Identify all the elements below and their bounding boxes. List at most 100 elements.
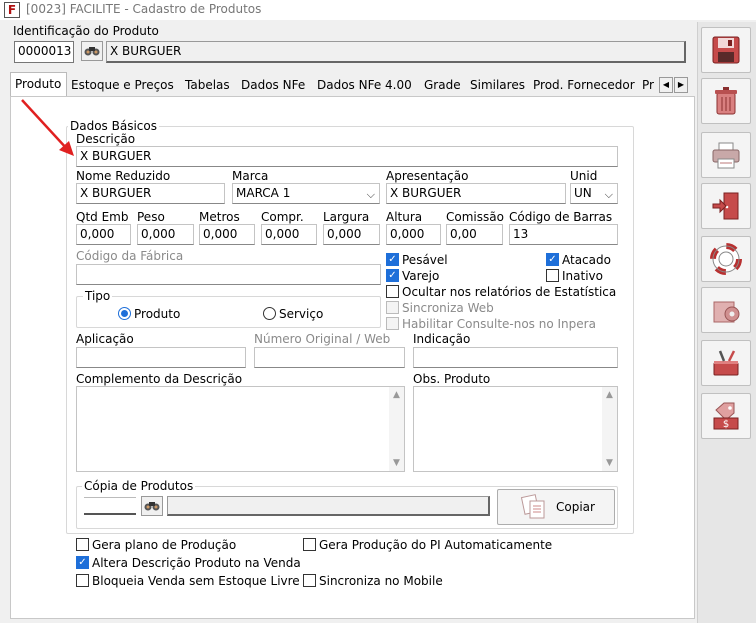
printer-icon [712, 142, 740, 169]
unid-label: Unid [570, 169, 598, 183]
scroll-down-icon: ▼ [393, 458, 400, 468]
peso-label: Peso [137, 210, 165, 224]
title-bar: F [0023] FACILITE - Cadastro de Produtos [0, 0, 756, 20]
complemento-label: Complemento da Descrição [76, 372, 243, 386]
codigo-fabrica-field[interactable] [76, 264, 381, 285]
altura-field[interactable]: 0,000 [386, 224, 441, 245]
binoculars-icon [84, 47, 100, 56]
tab-grade[interactable]: Grade [420, 74, 466, 96]
indicacao-field[interactable] [413, 347, 618, 368]
largura-label: Largura [323, 210, 370, 224]
chevron-down-icon: ⌵ [366, 188, 375, 201]
settings-box-icon [713, 301, 740, 323]
chevron-down-icon: ⌵ [604, 188, 613, 201]
largura-field[interactable]: 0,000 [323, 224, 380, 245]
unid-select[interactable]: UN ⌵ [570, 183, 618, 204]
tab-truncated[interactable]: Pr [640, 74, 656, 96]
obs-scrollbar[interactable]: ▲ ▼ [602, 387, 617, 471]
app-logo-icon: F [4, 2, 20, 18]
copiar-label: Copiar [556, 500, 595, 514]
ocultar-estatistica-checkbox[interactable]: Ocultar nos relatórios de Estatística [386, 284, 616, 299]
codigo-barras-field[interactable]: 13 [509, 224, 618, 245]
tab-scroll-right-button[interactable]: ▶ [674, 77, 688, 93]
codigo-fabrica-label: Código da Fábrica [76, 249, 184, 263]
copia-code-field[interactable] [84, 497, 136, 515]
check-icon: ✓ [76, 556, 89, 569]
metros-label: Metros [199, 210, 240, 224]
dados-basicos-label: Dados Básicos [68, 119, 159, 133]
comissao-field[interactable]: 0,00 [446, 224, 503, 245]
exit-button[interactable] [701, 183, 751, 229]
binoculars-icon [144, 502, 160, 511]
obs-produto-memo[interactable]: ▲ ▼ [413, 386, 618, 472]
print-button[interactable] [701, 132, 751, 178]
apresentacao-field[interactable]: X BURGUER [386, 183, 566, 204]
bloqueia-venda-checkbox[interactable]: Bloqueia Venda sem Estoque Livre [76, 573, 300, 588]
window-title: [0023] FACILITE - Cadastro de Produtos [26, 2, 262, 16]
copy-pages-icon [520, 494, 545, 519]
sincroniza-web-checkbox[interactable]: Sincroniza Web [386, 300, 494, 315]
check-icon: ✓ [546, 253, 559, 266]
tipo-label: Tipo [83, 289, 113, 303]
settings-button[interactable] [701, 287, 751, 333]
tab-similares[interactable]: Similares [466, 74, 530, 96]
product-name-field[interactable]: X BURGUER [106, 41, 686, 63]
marca-value: MARCA 1 [236, 186, 291, 200]
scroll-up-icon: ▲ [393, 390, 400, 400]
gera-plano-checkbox[interactable]: Gera plano de Produção [76, 537, 236, 552]
metros-field[interactable]: 0,000 [199, 224, 255, 245]
pesavel-checkbox[interactable]: ✓ Pesável [386, 252, 448, 267]
tab-dados-nfe-400[interactable]: Dados NFe 4.00 [313, 74, 417, 96]
sincroniza-mobile-checkbox[interactable]: Sincroniza no Mobile [303, 573, 443, 588]
copia-name-field[interactable] [167, 496, 490, 516]
tools-button[interactable] [701, 340, 751, 386]
tab-dados-nfe[interactable]: Dados NFe [237, 74, 310, 96]
numero-original-field[interactable] [254, 347, 405, 368]
atacado-checkbox[interactable]: ✓ Atacado [546, 252, 611, 267]
gera-producao-pi-checkbox[interactable]: Gera Produção do PI Automaticamente [303, 537, 552, 552]
indicacao-label: Indicação [413, 332, 471, 346]
compr-field[interactable]: 0,000 [261, 224, 317, 245]
tab-produto[interactable]: Produto [10, 72, 67, 96]
inativo-checkbox[interactable]: Inativo [546, 268, 603, 283]
help-button[interactable] [701, 236, 751, 282]
tab-prod-fornecedor[interactable]: Prod. Fornecedor [529, 74, 640, 96]
product-code-field[interactable]: 0000013 [14, 41, 74, 63]
tab-scroll-left-button[interactable]: ◀ [659, 77, 673, 93]
nome-reduzido-label: Nome Reduzido [76, 169, 171, 183]
unid-value: UN [574, 186, 592, 200]
varejo-checkbox[interactable]: ✓ Varejo [386, 268, 439, 283]
obs-produto-label: Obs. Produto [413, 372, 491, 386]
complemento-scrollbar[interactable]: ▲ ▼ [389, 387, 404, 471]
codigo-barras-label: Código de Barras [509, 210, 613, 224]
scroll-up-icon: ▲ [606, 390, 613, 400]
check-icon: ✓ [386, 253, 399, 266]
compr-label: Compr. [261, 210, 304, 224]
scroll-down-icon: ▼ [606, 458, 613, 468]
marca-select[interactable]: MARCA 1 ⌵ [232, 183, 380, 204]
nome-reduzido-field[interactable]: X BURGUER [76, 183, 225, 204]
svg-text:$: $ [723, 419, 729, 430]
search-product-button[interactable] [81, 41, 103, 61]
lifebuoy-icon [710, 243, 742, 275]
save-button[interactable] [701, 27, 751, 73]
ident-group-label: Identificação do Produto [13, 24, 159, 38]
copiar-button[interactable]: Copiar [497, 489, 615, 525]
altera-descricao-checkbox[interactable]: ✓ Altera Descrição Produto na Venda [76, 555, 301, 570]
altura-label: Altura [386, 210, 423, 224]
tab-estoque-precos[interactable]: Estoque e Preços [67, 74, 179, 96]
delete-button[interactable] [701, 78, 751, 124]
tipo-servico-radio[interactable]: Serviço [263, 306, 323, 321]
tipo-produto-radio[interactable]: Produto [118, 306, 180, 321]
aplicacao-field[interactable] [76, 347, 246, 368]
complemento-memo[interactable]: ▲ ▼ [76, 386, 405, 472]
descricao-field[interactable]: X BURGUER [76, 146, 618, 167]
peso-field[interactable]: 0,000 [137, 224, 194, 245]
pricing-button[interactable]: $ [701, 393, 751, 439]
copia-search-button[interactable] [141, 496, 163, 516]
habilitar-consulte-checkbox[interactable]: Habilitar Consulte-nos no Inpera [386, 316, 596, 331]
qtd-emb-field[interactable]: 0,000 [76, 224, 131, 245]
marca-label: Marca [232, 169, 269, 183]
copia-produtos-label: Cópia de Produtos [82, 479, 196, 493]
tab-tabelas[interactable]: Tabelas [181, 74, 235, 96]
